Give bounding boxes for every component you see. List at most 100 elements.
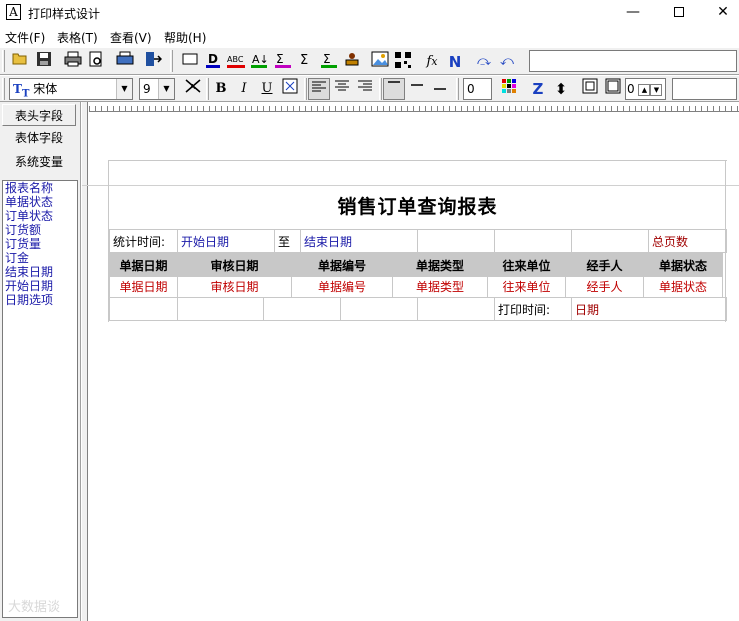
z-order-icon[interactable]: Z [527,78,549,100]
print-icon[interactable] [62,51,84,73]
empty-cell[interactable] [417,297,495,321]
underline-icon[interactable]: U [256,78,278,100]
end-date-field[interactable]: 结束日期 [300,229,418,253]
tab-body-fields[interactable]: 表体字段 [2,127,76,149]
stat-row: 统计时间: 开始日期 至 结束日期 总页数 [109,229,727,253]
sort-icon[interactable]: A↓ [248,51,270,73]
image-icon[interactable] [369,51,391,73]
sum-color-icon[interactable]: Σ [272,51,294,73]
toolbar-grip[interactable] [456,78,459,100]
toolbar-grip[interactable] [2,78,5,100]
data-field-cell[interactable]: 审核日期 [177,274,292,298]
spin-up-icon[interactable]: ▲ [638,83,651,96]
data-field-cell[interactable]: 往来单位 [487,274,566,298]
printer-setup-icon[interactable] [114,51,136,73]
minimize-button[interactable]: — [610,0,656,26]
report-design-canvas[interactable]: 销售订单查询报表 统计时间: 开始日期 至 结束日期 总页数 单据日期 审核日期… [82,102,739,621]
data-field-cell[interactable]: 单据编号 [291,274,393,298]
start-date-field[interactable]: 开始日期 [177,229,275,253]
vertical-arrows-icon[interactable]: ⬍ [550,78,572,100]
menu-help[interactable]: 帮助(H) [164,29,206,46]
empty-cell[interactable] [571,229,649,253]
font-size-value: 9 [143,82,151,96]
field-item[interactable]: 订货额 [3,223,77,237]
valign-middle-icon[interactable] [406,78,428,100]
empty-cell[interactable] [417,229,495,253]
border-icon[interactable] [279,78,301,100]
valign-bottom-icon[interactable] [429,78,451,100]
font-size-select[interactable]: 9 ▼ [139,78,175,100]
spin-down-icon[interactable]: ▼ [650,83,663,96]
field-item[interactable]: 单据状态 [3,195,77,209]
chevron-down-icon[interactable]: ▼ [116,79,132,99]
open-icon[interactable] [9,51,31,73]
toolbar-grip[interactable] [170,50,173,72]
align-center-icon[interactable] [331,78,353,100]
to-label[interactable]: 至 [274,229,301,253]
align-right-icon[interactable] [354,78,376,100]
report-title[interactable]: 销售订单查询报表 [109,185,726,229]
n-icon[interactable]: N [444,51,466,73]
italic-icon[interactable]: I [233,78,255,100]
field-item[interactable]: 日期选项 [3,293,77,307]
save-icon[interactable] [33,51,55,73]
stat-time-label[interactable]: 统计时间: [109,229,178,253]
field-item[interactable]: 开始日期 [3,279,77,293]
tab-header-fields[interactable]: 表头字段 [2,104,76,126]
qrcode-icon[interactable] [392,51,414,73]
format-text-field[interactable] [672,78,737,100]
toolbar-grip[interactable] [379,78,382,100]
rectangle-icon[interactable] [179,51,201,73]
data-field-cell[interactable]: 单据类型 [392,274,488,298]
valign-top-icon[interactable] [383,78,405,100]
field-item[interactable]: 订金 [3,251,77,265]
toolbar-text-field[interactable] [529,50,737,72]
field-item[interactable]: 报表名称 [3,181,77,195]
formula-icon[interactable]: fx [421,51,443,73]
data-field-cell[interactable]: 经手人 [565,274,644,298]
field-list[interactable]: 报表名称 单据状态 订单状态 订货额 订货量 订金 结束日期 开始日期 日期选项 [2,180,78,618]
line-width-input[interactable]: 0 [463,78,492,100]
menu-file[interactable]: 文件(F) [5,29,45,46]
toolbar-grip[interactable] [206,78,209,100]
redo-icon[interactable]: ⤼ [473,51,495,73]
abc-color-icon[interactable]: ABC [225,51,247,73]
sum-icon[interactable]: Σ [295,51,317,73]
stamp-icon[interactable] [341,51,363,73]
cell-format-icon[interactable] [579,78,601,100]
empty-cell[interactable] [109,297,178,321]
empty-cell[interactable] [340,297,418,321]
field-item[interactable]: 结束日期 [3,265,77,279]
toolbar-grip[interactable] [304,78,307,100]
text-color-icon[interactable]: D [202,51,224,73]
spacing-spinner[interactable]: 0 ▲ ▼ [625,78,666,100]
print-date-field[interactable]: 日期 [571,297,727,321]
field-item[interactable]: 订单状态 [3,209,77,223]
menu-view[interactable]: 查看(V) [110,29,152,46]
window-title: 打印样式设计 [28,7,101,21]
menu-table[interactable]: 表格(T) [57,29,98,46]
toolbar-grip[interactable] [2,50,5,72]
exit-icon[interactable] [142,51,164,73]
align-left-icon[interactable] [308,78,330,100]
empty-cell[interactable] [263,297,341,321]
print-preview-icon[interactable] [85,51,107,73]
data-field-cell[interactable]: 单据日期 [109,274,178,298]
total-pages-field[interactable]: 总页数 [648,229,727,253]
empty-cell[interactable] [494,229,572,253]
cell-format2-icon[interactable] [602,78,624,100]
chevron-down-icon[interactable]: ▼ [158,79,174,99]
print-time-label[interactable]: 打印时间: [494,297,572,321]
font-family-select[interactable]: TT 宋体 ▼ [9,78,133,100]
subtotal-icon[interactable]: Σ [318,51,340,73]
undo-icon[interactable]: ⤺ [496,51,518,73]
data-field-cell[interactable]: 单据状态 [643,274,723,298]
tab-system-variables[interactable]: 系统变量 [2,151,76,173]
color-grid-icon[interactable] [498,78,520,100]
bold-icon[interactable]: B [210,78,232,100]
auto-fit-icon[interactable]: A [182,78,204,100]
field-item[interactable]: 订货量 [3,237,77,251]
empty-cell[interactable] [177,297,264,321]
close-button[interactable]: ✕ [700,0,739,26]
maximize-button[interactable] [656,0,702,26]
